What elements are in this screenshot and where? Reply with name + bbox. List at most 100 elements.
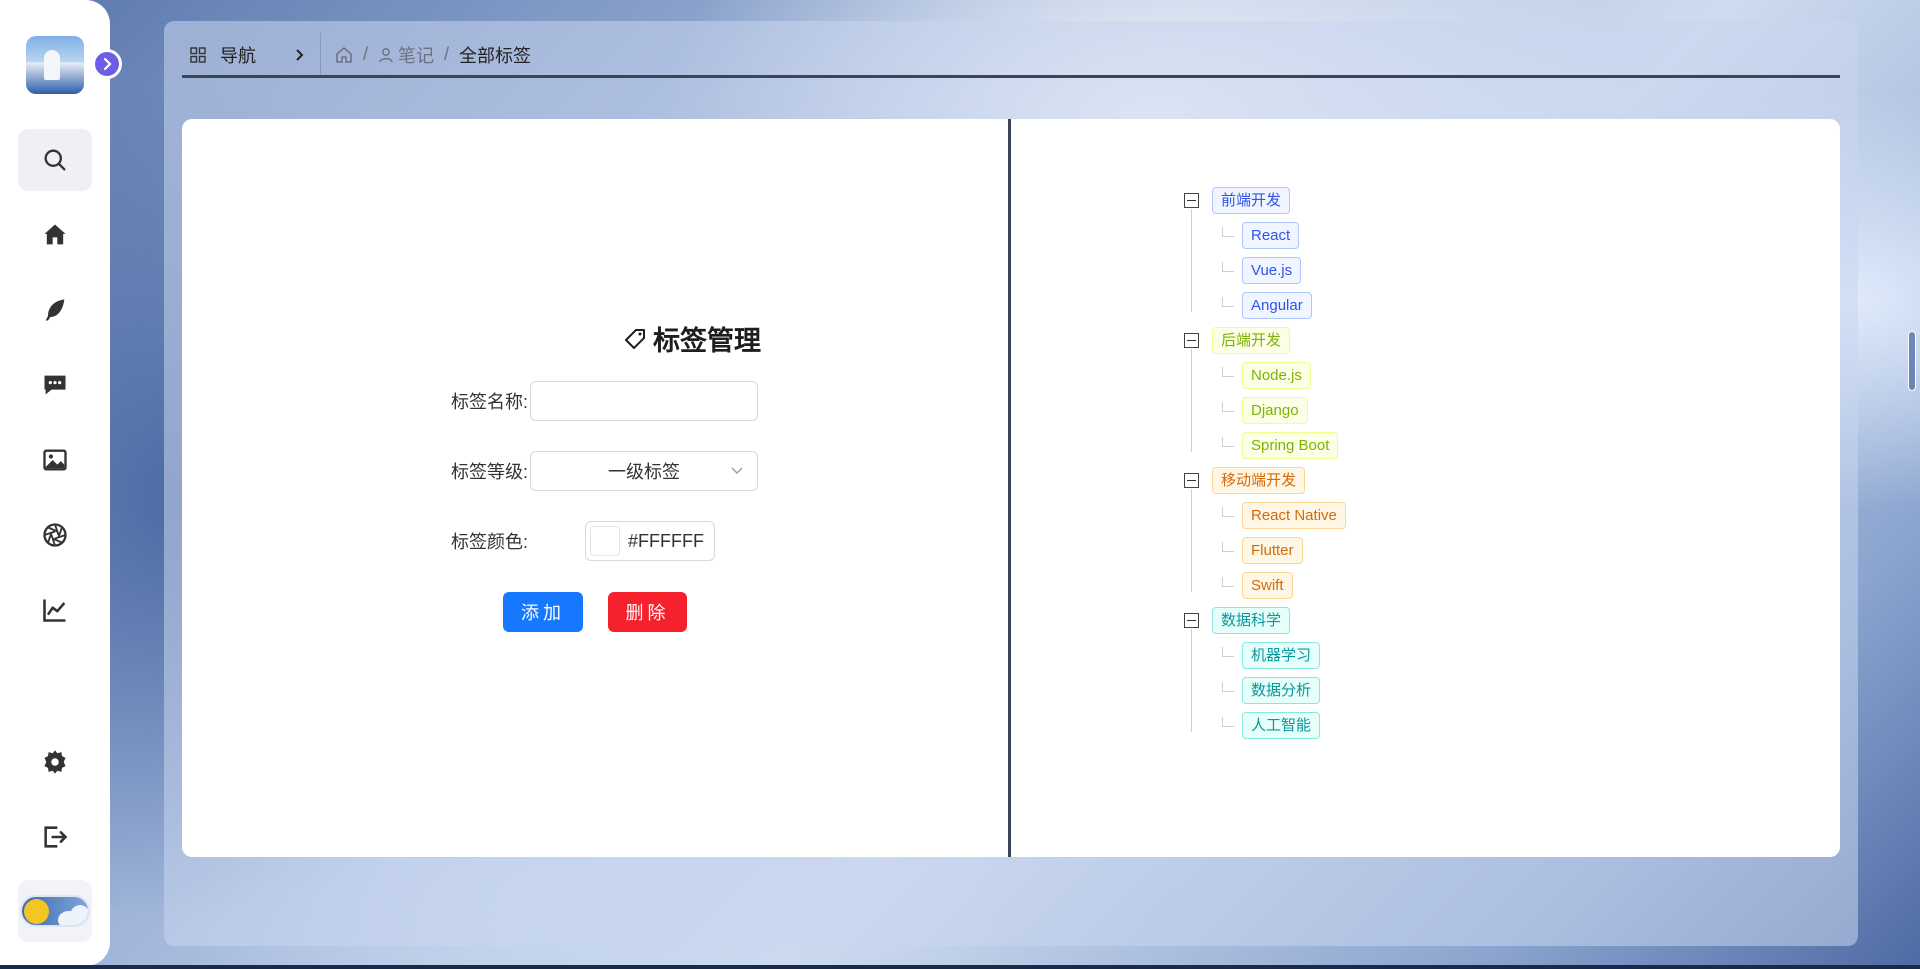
- top-bar: 导航 / 笔记 / 全部标签: [182, 32, 1840, 78]
- sidebar-item-home[interactable]: [18, 204, 92, 266]
- collapse-icon[interactable]: [1184, 193, 1199, 208]
- tree-node-parent: 移动端开发: [1182, 463, 1346, 498]
- theme-toggle-track: [20, 895, 90, 927]
- sidebar-item-notes[interactable]: [18, 279, 92, 341]
- tree-tag-child[interactable]: Node.js: [1242, 362, 1311, 389]
- tree-tag-child[interactable]: 人工智能: [1242, 712, 1321, 739]
- theme-toggle[interactable]: [18, 880, 92, 942]
- tag-level-label: 标签等级:: [450, 462, 528, 482]
- search-icon: [44, 149, 66, 171]
- user-icon: [379, 47, 393, 62]
- tree-node-parent: 数据科学: [1182, 603, 1346, 638]
- tree-connector: [1222, 367, 1234, 377]
- add-button[interactable]: 添加: [503, 592, 583, 632]
- chevron-down-icon: [731, 467, 743, 474]
- scrollbar-thumb[interactable]: [1908, 331, 1916, 391]
- sidebar: [0, 0, 122, 966]
- image-icon: [43, 449, 67, 471]
- breadcrumb-notes[interactable]: 笔记: [398, 42, 434, 68]
- tag-name-label: 标签名称:: [450, 392, 528, 412]
- form-title-text: 标签管理: [653, 326, 761, 356]
- feather-icon: [45, 299, 65, 321]
- avatar[interactable]: [26, 36, 84, 94]
- tag-icon: [625, 328, 645, 349]
- tree-connector: [1222, 227, 1234, 237]
- tree-group: 移动端开发 React Native Flutter Swift: [1182, 463, 1346, 603]
- tree-node-child: Node.js: [1182, 358, 1346, 393]
- tree-tag-child[interactable]: Angular: [1242, 292, 1312, 319]
- tree-node-parent: 前端开发: [1182, 183, 1346, 218]
- tree-connector: [1222, 402, 1234, 412]
- tree-connector: [1222, 297, 1234, 307]
- home-outline-icon[interactable]: [335, 46, 353, 64]
- tree-node-child: Django: [1182, 393, 1346, 428]
- tree-node-child: 人工智能: [1182, 708, 1346, 743]
- tree-connector: [1222, 507, 1234, 517]
- tree-tag-parent[interactable]: 后端开发: [1212, 327, 1291, 354]
- tag-color-picker[interactable]: #FFFFFF: [585, 521, 715, 561]
- sun-icon: [24, 899, 49, 924]
- tree-tag-child[interactable]: React Native: [1242, 502, 1346, 529]
- chat-icon: [44, 375, 66, 395]
- tree-tag-child[interactable]: Django: [1242, 397, 1308, 424]
- collapse-icon[interactable]: [1184, 613, 1199, 628]
- tree-node-child: Angular: [1182, 288, 1346, 323]
- sidebar-item-logout[interactable]: [18, 806, 92, 868]
- tree-tag-child[interactable]: React: [1242, 222, 1300, 249]
- tree-node-parent: 后端开发: [1182, 323, 1346, 358]
- aperture-icon: [43, 523, 67, 547]
- breadcrumb-separator: /: [444, 44, 450, 64]
- home-icon: [44, 224, 66, 245]
- chevron-right-icon: [296, 48, 304, 61]
- tree-node-child: 机器学习: [1182, 638, 1346, 673]
- tree-tag-child[interactable]: 数据分析: [1242, 677, 1321, 704]
- delete-button[interactable]: 删除: [608, 592, 687, 632]
- tag-color-row: 标签颜色: #FFFFFF: [438, 521, 715, 561]
- collapse-icon[interactable]: [1184, 333, 1199, 348]
- tree-node-child: Swift: [1182, 568, 1346, 603]
- panel-divider: [1008, 119, 1011, 857]
- grid-icon: [190, 46, 206, 63]
- nav-menu-button[interactable]: 导航: [182, 32, 321, 77]
- tree-node-child: React Native: [1182, 498, 1346, 533]
- tree-tag-child[interactable]: 机器学习: [1242, 642, 1321, 669]
- tree-connector: [1222, 437, 1234, 447]
- chevron-right-icon: [103, 57, 112, 71]
- sidebar-item-messages[interactable]: [18, 354, 92, 416]
- sidebar-item-stats[interactable]: [18, 579, 92, 641]
- tag-level-select[interactable]: 一级标签: [530, 451, 758, 491]
- tree-tag-child[interactable]: Vue.js: [1242, 257, 1302, 284]
- tree-node-child: 数据分析: [1182, 673, 1346, 708]
- chart-icon: [43, 599, 66, 622]
- tree-tag-child[interactable]: Swift: [1242, 572, 1293, 599]
- tree-tag-parent[interactable]: 前端开发: [1212, 187, 1291, 214]
- expand-sidebar-button[interactable]: [92, 49, 122, 79]
- color-swatch: [590, 526, 620, 556]
- bottom-strip: [0, 965, 1920, 969]
- settings-icon: [44, 750, 66, 774]
- tree-tag-child[interactable]: Spring Boot: [1242, 432, 1339, 459]
- tree-connector: [1222, 542, 1234, 552]
- breadcrumb-current: 全部标签: [459, 45, 532, 66]
- tree-group: 前端开发 React Vue.js Angular: [1182, 183, 1346, 323]
- tree-connector: [1222, 262, 1234, 272]
- collapse-icon[interactable]: [1184, 473, 1199, 488]
- tag-name-input[interactable]: [530, 381, 758, 421]
- tree-tag-parent[interactable]: 数据科学: [1212, 607, 1291, 634]
- tag-level-row: 标签等级: 一级标签: [438, 451, 758, 491]
- nav-label: 导航: [220, 45, 256, 66]
- tree-node-child: React: [1182, 218, 1346, 253]
- tree-tag-parent[interactable]: 移动端开发: [1212, 467, 1306, 494]
- tree-tag-child[interactable]: Flutter: [1242, 537, 1303, 564]
- content-card: 标签管理 标签名称: 标签等级: 一级标签 标签颜色: #FFFFFF 添加 删…: [182, 119, 1840, 857]
- tree-group: 数据科学机器学习数据分析人工智能: [1182, 603, 1346, 743]
- tag-tree: 前端开发 React Vue.js Angular 后端开发 Node.js Django S…: [1182, 183, 1346, 743]
- sidebar-item-photography[interactable]: [18, 504, 92, 566]
- tree-node-child: Vue.js: [1182, 253, 1346, 288]
- sidebar-item-search[interactable]: [18, 129, 92, 191]
- sidebar-item-settings[interactable]: [18, 731, 92, 793]
- sidebar-item-gallery[interactable]: [18, 429, 92, 491]
- breadcrumb: / 笔记 / 全部标签: [321, 42, 531, 68]
- tree-node-child: Spring Boot: [1182, 428, 1346, 463]
- tree-connector: [1222, 682, 1234, 692]
